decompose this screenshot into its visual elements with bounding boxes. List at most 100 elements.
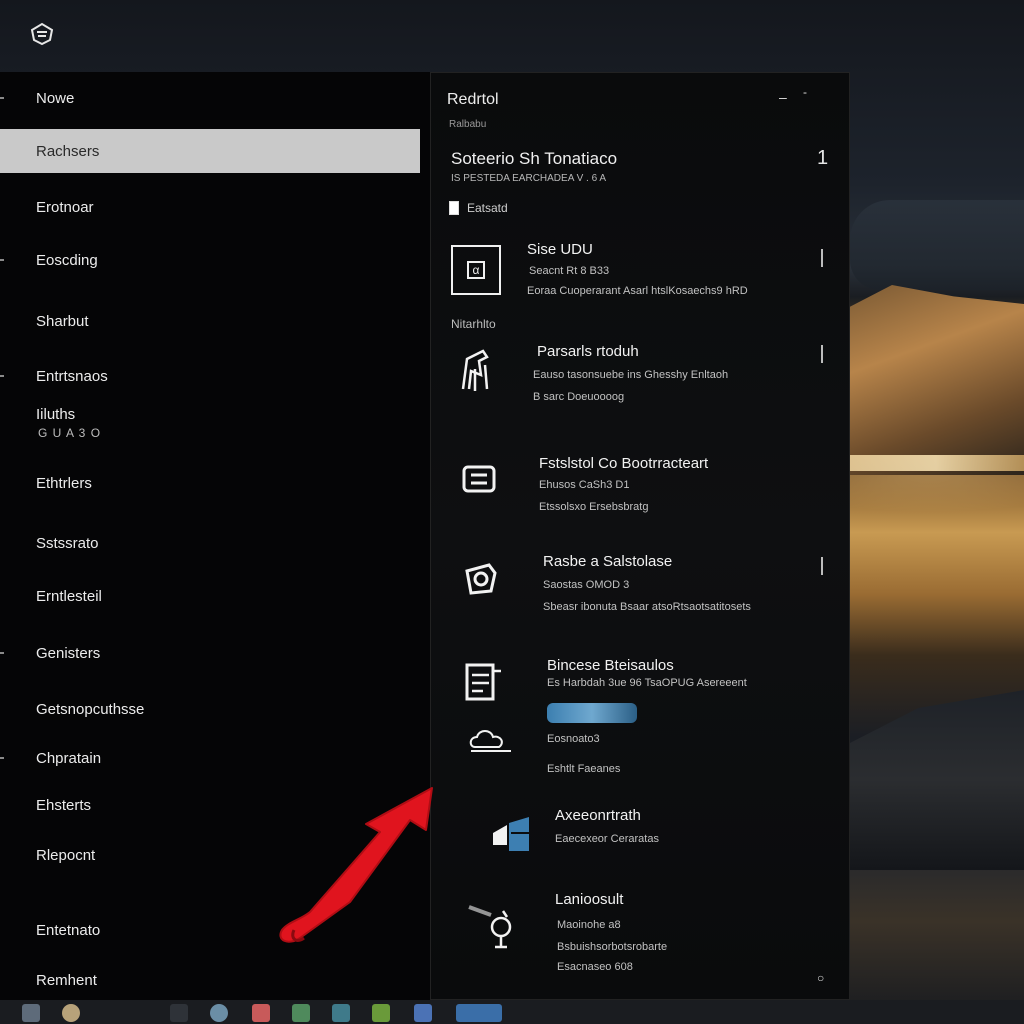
setting-detail: Saostas OMOD 3: [543, 579, 630, 591]
sidebar-item-selected[interactable]: Rachsers: [0, 129, 420, 173]
update-cloud-icon: [467, 725, 511, 769]
setting-title: Sise UDU: [527, 241, 593, 258]
sidebar-item-sublabel: G U A 3 O: [38, 426, 102, 440]
setting-detail: Bsbuishsorbotsrobarte: [557, 941, 668, 953]
sidebar-item-label: Iiluths: [36, 406, 76, 423]
taskbar-app-icon[interactable]: [210, 1004, 228, 1022]
update-document-icon: [463, 661, 507, 705]
windows-logo-icon: [489, 813, 533, 857]
checkbox[interactable]: [449, 201, 459, 215]
sidebar-item[interactable]: Eoscding: [0, 240, 420, 280]
window-box-icon: α: [451, 245, 501, 295]
setting-detail: Ehusos CaSh3 D1: [539, 479, 630, 491]
setting-title: Axeeonrtrath: [555, 807, 641, 824]
sound-speaker-icon: [467, 897, 512, 949]
taskbar-app-icon[interactable]: [372, 1004, 390, 1022]
sidebar-item-label: Remhent: [36, 971, 97, 989]
update-progress-button[interactable]: [547, 703, 637, 723]
setting-item[interactable]: Rasbe a Salstolase Saostas OMOD 3 Sbeasr…: [431, 553, 849, 633]
taskbar-app-icon[interactable]: [170, 1004, 188, 1022]
app-logo-icon[interactable]: [26, 18, 58, 50]
sidebar-item[interactable]: Entrtsnaos: [0, 356, 420, 396]
sidebar-item-label: Entetnato: [36, 921, 101, 939]
section-title: Soteerio Sh Tonatiaco: [451, 149, 618, 168]
sidebar-item-label: Sharbut: [36, 312, 89, 330]
section-description: IS PESTEDA EARCHADEA V . 6 A: [451, 173, 607, 184]
sidebar-item-label: Rachsers: [36, 142, 100, 160]
sync-privacy-icon: [461, 559, 505, 603]
accessibility-person-icon: [457, 345, 501, 391]
sidebar-item-label: Erntlesteil: [36, 587, 102, 605]
taskbar-app-icon[interactable]: [292, 1004, 310, 1022]
setting-title: Fstslstol Co Bootrracteart: [539, 455, 709, 472]
setting-detail: Eaecexeor Ceraratas: [555, 833, 659, 845]
checkbox-label: Eatsatd: [467, 201, 508, 215]
setting-title: Lanioosult: [555, 891, 624, 908]
settings-panel: Redrtol Ralbabu – - Soteerio Sh Tonatiac…: [430, 72, 850, 1000]
taskbar-app-icon[interactable]: [62, 1004, 80, 1022]
sidebar-item-label: Sstssrato: [36, 534, 99, 552]
sidebar-item-label: Getsnopcuthsse: [36, 700, 145, 718]
scroll-indicator: [821, 345, 823, 363]
setting-item[interactable]: α Sise UDU Seacnt Rt 8 B33 Eoraa Cuopera…: [431, 239, 849, 309]
group-label: Nitarhlto: [451, 317, 496, 331]
setting-detail: Maoinohe a8: [557, 919, 621, 931]
sidebar-item[interactable]: Erotnoar: [0, 187, 420, 227]
sidebar-item-home[interactable]: Nowe: [0, 78, 420, 118]
taskbar-app-icon[interactable]: [332, 1004, 350, 1022]
wallpaper-mountain: [848, 285, 1024, 475]
setting-detail: Seacnt Rt 8 B33: [529, 265, 610, 277]
setting-item[interactable]: Parsarls rtoduh Eauso tasonsuebe ins Ghe…: [431, 343, 849, 423]
sidebar-item-label: Ethtrlers: [36, 474, 92, 492]
setting-item[interactable]: Axeeonrtrath Eaecexeor Ceraratas: [431, 807, 849, 877]
sidebar-item-label: Chpratain: [36, 749, 102, 767]
setting-detail: Eoraa Cuoperarant Asarl htslKosaechs9 hR…: [527, 285, 748, 297]
setting-title: Rasbe a Salstolase: [543, 553, 673, 570]
sidebar-item[interactable]: Remhent: [0, 960, 420, 1000]
setting-detail: Eshtlt Faeanes: [547, 763, 621, 775]
sidebar-item[interactable]: Ethtrlers: [0, 463, 420, 503]
checkbox-row[interactable]: Eatsatd: [449, 201, 508, 215]
window-control-button[interactable]: -: [803, 85, 807, 99]
sidebar-item-label: Eoscding: [36, 251, 98, 269]
setting-detail: Sbeasr ibonuta Bsaar atsoRtsaotsatitoset…: [543, 601, 751, 613]
taskbar-app-icon[interactable]: [414, 1004, 432, 1022]
sidebar-item-label: Rlepocnt: [36, 846, 96, 864]
sidebar-item[interactable]: Sharbut: [0, 301, 420, 341]
taskbar-app-icon[interactable]: [456, 1004, 502, 1022]
scroll-indicator: [821, 249, 823, 267]
setting-title: Parsarls rtoduh: [537, 343, 639, 360]
setting-detail: B sarc Doeuoooog: [533, 391, 625, 403]
sidebar-item[interactable]: Erntlesteil: [0, 576, 420, 616]
section-number: 1: [817, 147, 829, 169]
sidebar-item[interactable]: Getsnopcuthsse: [0, 689, 420, 729]
sidebar-item[interactable]: Genisters: [0, 633, 420, 673]
sidebar-item[interactable]: Iiluths G U A 3 O: [0, 402, 420, 450]
setting-detail: Eauso tasonsuebe ins Ghesshy Enltaoh: [533, 369, 729, 381]
search-icon[interactable]: ○: [817, 971, 824, 985]
sidebar-item[interactable]: Chpratain: [0, 738, 420, 778]
setting-detail: Esacnaseo 608: [557, 961, 633, 973]
keyboard-tray-icon: [461, 459, 505, 503]
sidebar-item-label: Genisters: [36, 644, 101, 662]
setting-title: Bincese Bteisaulos: [547, 657, 674, 674]
wallpaper-lake: [848, 455, 1024, 471]
taskbar-app-icon[interactable]: [252, 1004, 270, 1022]
setting-detail: Es Harbdah 3ue 96 TsaOPUG Asereeent: [547, 677, 747, 689]
sidebar-item[interactable]: Sstssrato: [0, 523, 420, 563]
setting-detail: Etssolsxo Ersebsbratg: [539, 501, 649, 513]
setting-item[interactable]: Fstslstol Co Bootrracteart Ehusos CaSh3 …: [431, 455, 849, 535]
start-button-icon[interactable]: [22, 1004, 40, 1022]
sidebar-item-label: Ehsterts: [36, 796, 92, 814]
red-arrow-annotation: [270, 780, 450, 960]
sidebar-item-label: Entrtsnaos: [36, 367, 108, 385]
setting-item[interactable]: Bincese Bteisaulos Es Harbdah 3ue 96 Tsa…: [431, 657, 849, 777]
scroll-indicator: [821, 557, 823, 575]
panel-title: Redrtol: [447, 91, 499, 108]
sidebar-item-label: Nowe: [36, 89, 75, 107]
setting-detail: Eosnoato3: [547, 733, 600, 745]
minimize-button[interactable]: –: [779, 89, 787, 105]
setting-item[interactable]: Lanioosult Maoinohe a8 Bsbuishsorbotsrob…: [431, 891, 849, 981]
panel-subtitle: Ralbabu: [449, 119, 487, 130]
wallpaper-cloud: [850, 200, 1024, 290]
